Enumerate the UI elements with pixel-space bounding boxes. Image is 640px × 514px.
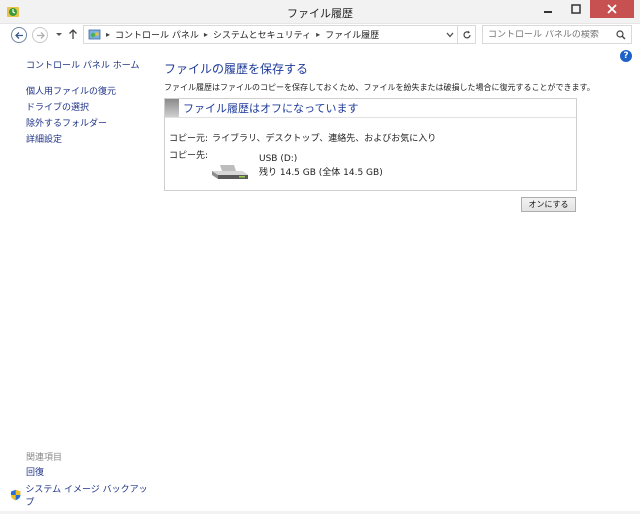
search-icon[interactable] xyxy=(616,30,626,40)
related-heading: 関連項目 xyxy=(26,453,63,463)
search-box[interactable] xyxy=(482,25,632,44)
copy-destination-row: コピー先: xyxy=(169,148,212,161)
minimize-button[interactable] xyxy=(534,0,561,18)
left-nav: コントロール パネル ホーム 個人用ファイルの復元 ドライブの選択 除外するフォ… xyxy=(0,46,150,514)
copy-source-value: ライブラリ、デスクトップ、連絡先、およびお気に入り xyxy=(212,134,437,144)
copy-destination-label: コピー先: xyxy=(169,151,209,161)
turn-on-button[interactable]: オンにする xyxy=(521,197,576,212)
copy-source-label: コピー元: xyxy=(169,134,209,144)
breadcrumb-system-security[interactable]: システムとセキュリティ xyxy=(213,28,311,41)
up-icon[interactable] xyxy=(67,28,79,40)
shield-icon xyxy=(10,489,21,501)
address-row: ▸ コントロール パネル ▸ システムとセキュリティ ▸ ファイル履歴 xyxy=(0,24,640,46)
nav-advanced-settings[interactable]: 詳細設定 xyxy=(26,132,116,148)
minimize-icon xyxy=(543,11,552,13)
usb-drive-icon xyxy=(212,165,248,179)
page-title: ファイルの履歴を保存する xyxy=(164,62,309,76)
maximize-icon xyxy=(570,4,581,14)
address-dropdown-button[interactable] xyxy=(441,26,457,43)
nav-select-drive[interactable]: ドライブの選択 xyxy=(26,100,116,116)
title-bar: ファイル履歴 xyxy=(0,0,640,24)
status-title: ファイル履歴はオフになっています xyxy=(183,102,359,115)
main-content: ファイルの履歴を保存する ファイル履歴はファイルのコピーを保存しておくため、ファ… xyxy=(164,60,595,191)
forward-button[interactable] xyxy=(32,27,48,43)
nav-exclude-folders[interactable]: 除外するフォルダー xyxy=(26,116,116,132)
status-indicator-bar xyxy=(165,99,179,117)
breadcrumb-file-history[interactable]: ファイル履歴 xyxy=(325,28,379,41)
address-bar[interactable]: ▸ コントロール パネル ▸ システムとセキュリティ ▸ ファイル履歴 xyxy=(83,25,476,44)
nav-control-panel-home[interactable]: コントロール パネル ホーム xyxy=(26,58,139,71)
breadcrumb: ▸ コントロール パネル ▸ システムとセキュリティ ▸ ファイル履歴 xyxy=(84,28,441,41)
help-icon[interactable]: ? xyxy=(620,50,632,62)
status-panel: ファイル履歴はオフになっています コピー元: ライブラリ、デスクトップ、連絡先、… xyxy=(164,98,577,191)
forward-icon xyxy=(36,31,45,39)
refresh-button[interactable] xyxy=(457,26,475,43)
recent-locations-icon[interactable] xyxy=(54,29,64,39)
related-recovery-link[interactable]: 回復 xyxy=(26,465,44,478)
page-description: ファイル履歴はファイルのコピーを保存しておくため、ファイルを紛失または破損した場… xyxy=(164,83,595,92)
breadcrumb-control-panel[interactable]: コントロール パネル xyxy=(115,28,199,41)
back-icon xyxy=(14,31,23,39)
copy-source-row: コピー元: ライブラリ、デスクトップ、連絡先、およびお気に入り xyxy=(169,131,436,144)
search-input[interactable] xyxy=(483,29,611,40)
chevron-right-icon: ▸ xyxy=(203,30,208,39)
related-system-image-backup-label: システム イメージ バックアップ xyxy=(25,485,148,508)
drive-free-space: 残り 14.5 GB (全体 14.5 GB) xyxy=(259,168,383,178)
related-system-image-backup-link[interactable]: システム イメージ バックアップ xyxy=(10,482,150,508)
chevron-right-icon: ▸ xyxy=(106,30,111,39)
status-panel-header: ファイル履歴はオフになっています xyxy=(165,99,576,118)
close-icon xyxy=(607,4,617,14)
control-panel-icon xyxy=(88,29,101,40)
dropdown-icon xyxy=(446,32,453,37)
close-button[interactable] xyxy=(590,0,634,18)
maximize-button[interactable] xyxy=(562,0,589,18)
nav-links: 個人用ファイルの復元 ドライブの選択 除外するフォルダー 詳細設定 xyxy=(26,84,116,148)
chevron-right-icon: ▸ xyxy=(316,30,321,39)
window-controls xyxy=(534,0,634,20)
back-button[interactable] xyxy=(11,27,27,43)
drive-name: USB (D:) xyxy=(259,154,298,164)
nav-restore-personal-files[interactable]: 個人用ファイルの復元 xyxy=(26,84,116,100)
refresh-icon xyxy=(462,30,471,38)
